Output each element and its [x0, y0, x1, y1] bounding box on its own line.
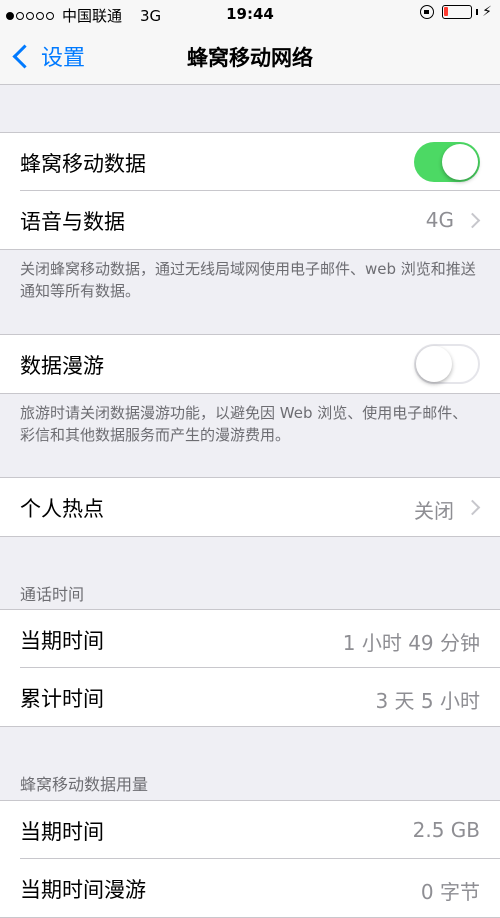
charging-bolt-icon: ⚡	[482, 4, 492, 20]
personal-hotspot-row[interactable]: 个人热点 关闭	[0, 478, 500, 536]
data-usage-header: 蜂窝移动数据用量	[20, 775, 149, 794]
battery-cap	[476, 9, 479, 15]
navigation-bar: 设置 蜂窝移动网络	[0, 28, 500, 85]
data-roaming-label: 数据漫游	[20, 354, 104, 378]
hotspot-section: 个人热点 关闭	[0, 477, 500, 537]
toggle-knob	[442, 144, 478, 180]
page-title: 蜂窝移动网络	[187, 46, 313, 70]
rotation-lock-icon	[420, 5, 435, 19]
toggle-knob	[416, 346, 452, 382]
cellular-data-toggle[interactable]	[414, 142, 480, 182]
roaming-section: 数据漫游	[0, 334, 500, 394]
cellular-data-label: 蜂窝移动数据	[20, 152, 146, 176]
data-roaming-note: 旅游时请关闭数据漫游功能，以避免因 Web 浏览、使用电子邮件、彩信和其他数据服…	[20, 404, 468, 444]
battery-level	[444, 7, 449, 16]
voice-data-value: 4G	[425, 208, 454, 232]
data-roaming-toggle[interactable]	[414, 344, 480, 384]
status-bar: 中国联通 3G 19:44 ⚡	[0, 0, 500, 28]
personal-hotspot-label: 个人热点	[20, 497, 104, 521]
cellular-data-note: 关闭蜂窝移动数据，通过无线局域网使用电子邮件、web 浏览和推送通知等所有数据。	[20, 260, 476, 300]
cellular-data-row: 蜂窝移动数据	[0, 133, 500, 191]
data-usage-current-value: 2.5 GB	[412, 818, 480, 842]
data-usage-current-label: 当期时间	[20, 820, 104, 844]
battery-icon	[442, 5, 473, 19]
chevron-right-icon	[464, 212, 481, 229]
call-time-total-row: 累计时间 3 天 5 小时	[0, 668, 500, 726]
status-right: ⚡	[420, 4, 492, 20]
data-usage-roaming-row: 当期时间漫游 0 字节	[0, 859, 500, 917]
voice-data-row[interactable]: 语音与数据 4G	[0, 191, 500, 249]
call-time-current-row: 当期时间 1 小时 49 分钟	[0, 610, 500, 668]
cellular-section: 蜂窝移动数据 语音与数据 4G	[0, 132, 500, 250]
chevron-right-icon	[464, 499, 481, 516]
personal-hotspot-value: 关闭	[414, 499, 454, 523]
call-time-total-value: 3 天 5 小时	[375, 689, 480, 713]
data-usage-section: 当期时间 2.5 GB 当期时间漫游 0 字节	[0, 800, 500, 918]
voice-data-label: 语音与数据	[20, 210, 125, 234]
data-usage-roaming-value: 0 字节	[420, 880, 480, 904]
call-time-total-label: 累计时间	[20, 687, 104, 711]
data-usage-current-row: 当期时间 2.5 GB	[0, 801, 500, 859]
call-time-header: 通话时间	[20, 585, 85, 604]
call-time-current-value: 1 小时 49 分钟	[342, 631, 480, 655]
data-roaming-row: 数据漫游	[0, 335, 500, 393]
call-time-section: 当期时间 1 小时 49 分钟 累计时间 3 天 5 小时	[0, 609, 500, 727]
data-usage-roaming-label: 当期时间漫游	[20, 878, 146, 902]
call-time-current-label: 当期时间	[20, 629, 104, 653]
